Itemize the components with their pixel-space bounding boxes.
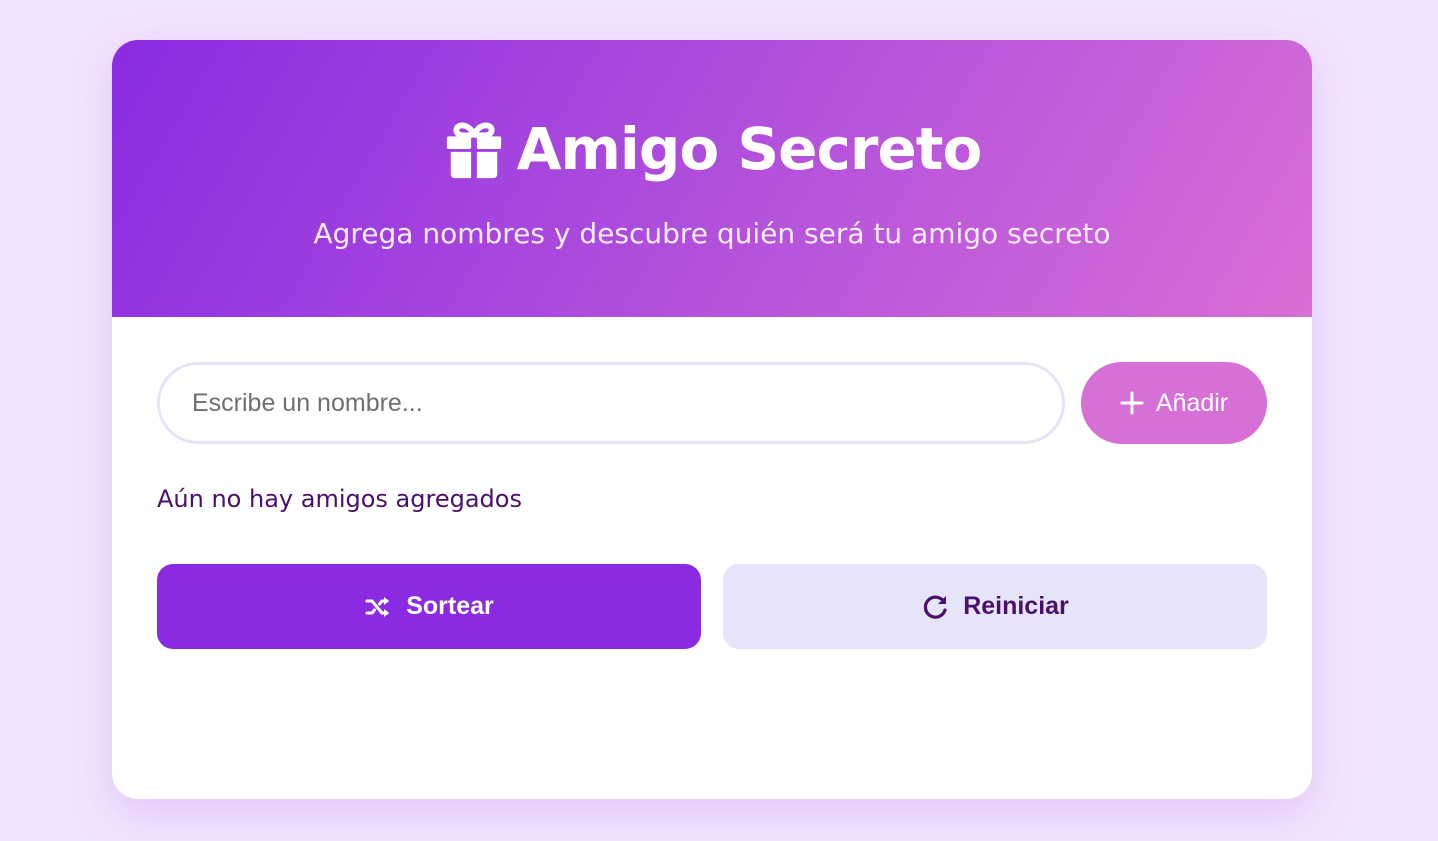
title-row: Amigo Secreto (112, 114, 1312, 184)
add-button[interactable]: Añadir (1081, 362, 1267, 444)
app-body: Añadir Aún no hay amigos agregados Sorte… (112, 317, 1312, 799)
add-button-label: Añadir (1155, 388, 1229, 417)
draw-button[interactable]: Sortear (157, 564, 701, 649)
reset-button-label: Reiniciar (963, 592, 1069, 620)
reset-button[interactable]: Reiniciar (723, 564, 1267, 649)
gift-icon (443, 118, 505, 180)
shuffle-icon (364, 593, 392, 621)
app-card: Amigo Secreto Agrega nombres y descubre … (112, 40, 1312, 799)
redo-icon (921, 593, 949, 621)
friends-empty-message: Aún no hay amigos agregados (157, 485, 522, 513)
app-title: Amigo Secreto (516, 115, 983, 183)
draw-button-label: Sortear (406, 592, 494, 620)
app-subtitle: Agrega nombres y descubre quién será tu … (313, 217, 1111, 250)
app-header: Amigo Secreto Agrega nombres y descubre … (112, 40, 1312, 317)
name-input[interactable] (157, 362, 1065, 444)
plus-icon (1120, 391, 1144, 415)
